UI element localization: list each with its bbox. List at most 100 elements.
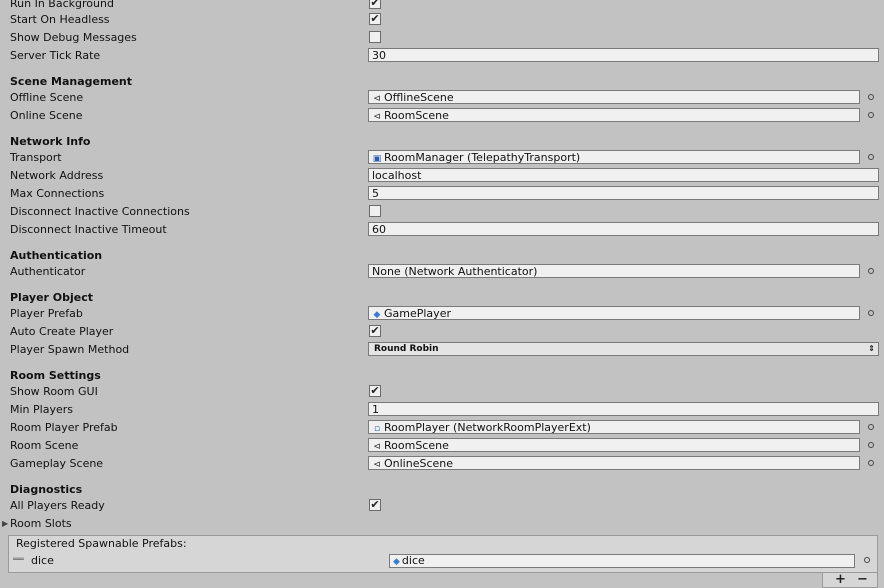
player-prefab-label: Player Prefab [10,307,83,320]
disconnect-inactive-checkbox[interactable] [369,205,381,217]
room-slots-label: Room Slots [10,517,72,530]
offline-scene-picker-icon[interactable] [868,94,874,100]
start-on-headless-label: Start On Headless [10,13,110,26]
online-scene-value: RoomScene [384,109,449,122]
show-debug-messages-label: Show Debug Messages [10,31,137,44]
remove-item-button[interactable]: − [857,573,868,586]
room-player-prefab-label: Room Player Prefab [10,421,118,434]
list-item-value: dice [401,554,425,567]
server-tick-rate-input[interactable]: 30 [368,48,879,62]
row-room-slots[interactable]: ▶ Room Slots [0,515,884,533]
row-show-debug-messages: Show Debug Messages [0,29,884,47]
scene-icon: ⊲ [373,460,381,470]
transport-field[interactable]: ▣ RoomManager (TelepathyTransport) [368,150,860,164]
offline-scene-field[interactable]: ⊲ OfflineScene [368,90,860,104]
player-spawn-method-label: Player Spawn Method [10,343,130,356]
scene-icon: ⊲ [373,112,381,122]
room-player-prefab-field[interactable]: ▫ RoomPlayer (NetworkRoomPlayerExt) [368,420,860,434]
row-disconnect-timeout: Disconnect Inactive Timeout 60 [0,221,884,239]
room-player-prefab-picker-icon[interactable] [868,424,874,430]
row-show-room-gui: Show Room GUI ✔ [0,383,884,401]
row-player-spawn-method: Player Spawn Method Round Robin ⇕ [0,341,884,359]
add-item-button[interactable]: + [835,573,846,586]
room-scene-label: Room Scene [10,439,79,452]
row-all-players-ready: All Players Ready ✔ [0,497,884,515]
row-offline-scene: Offline Scene ⊲ OfflineScene [0,89,884,107]
offline-scene-label: Offline Scene [10,91,84,104]
max-connections-label: Max Connections [10,187,105,200]
authenticator-field[interactable]: None (Network Authenticator) [368,264,860,278]
player-prefab-picker-icon[interactable] [868,310,874,316]
player-spawn-method-dropdown[interactable]: Round Robin ⇕ [368,342,879,356]
row-max-connections: Max Connections 5 [0,185,884,203]
list-item-picker-icon[interactable] [864,557,870,563]
list-item-field[interactable]: ◆ dice [389,554,855,568]
online-scene-label: Online Scene [10,109,83,122]
prefab-icon: ◆ [393,557,400,567]
row-room-scene: Room Scene ⊲ RoomScene [0,437,884,455]
list-footer: + − [822,573,878,588]
show-room-gui-label: Show Room GUI [10,385,98,398]
transport-picker-icon[interactable] [868,154,874,160]
row-disconnect-inactive: Disconnect Inactive Connections [0,203,884,221]
min-players-label: Min Players [10,403,73,416]
disconnect-timeout-input[interactable]: 60 [368,222,879,236]
gameplay-scene-label: Gameplay Scene [10,457,104,470]
row-network-address: Network Address localhost [0,167,884,185]
network-address-label: Network Address [10,169,104,182]
row-server-tick-rate: Server Tick Rate 30 [0,47,884,65]
network-address-input[interactable]: localhost [368,168,879,182]
list-item-name: dice [31,554,54,567]
row-min-players: Min Players 1 [0,401,884,419]
min-players-input[interactable]: 1 [368,402,879,416]
row-online-scene: Online Scene ⊲ RoomScene [0,107,884,125]
gameplay-scene-field[interactable]: ⊲ OnlineScene [368,456,860,470]
script-icon: ▫ [373,424,381,434]
room-scene-value: RoomScene [384,439,449,452]
gameplay-scene-picker-icon[interactable] [868,460,874,466]
all-players-ready-label: All Players Ready [10,499,105,512]
show-debug-messages-checkbox[interactable] [369,31,381,43]
authenticator-picker-icon[interactable] [868,268,874,274]
transport-label: Transport [10,151,62,164]
server-tick-rate-label: Server Tick Rate [10,49,101,62]
spawnable-prefabs-header: Registered Spawnable Prefabs: [8,535,878,553]
player-spawn-method-value: Round Robin [374,344,439,354]
drag-handle-icon[interactable]: ══ [13,555,24,565]
foldout-arrow-icon[interactable]: ▶ [2,515,8,533]
prefab-icon: ◆ [373,310,381,320]
row-start-on-headless: Start On Headless ✔ [0,11,884,29]
player-prefab-value: GamePlayer [384,307,451,320]
component-icon: ▣ [372,154,382,164]
all-players-ready-checkbox[interactable]: ✔ [369,499,381,511]
scene-icon: ⊲ [373,442,381,452]
offline-scene-value: OfflineScene [384,91,454,104]
max-connections-input[interactable]: 5 [368,186,879,200]
room-scene-picker-icon[interactable] [868,442,874,448]
show-room-gui-checkbox[interactable]: ✔ [369,385,381,397]
online-scene-field[interactable]: ⊲ RoomScene [368,108,860,122]
disconnect-timeout-label: Disconnect Inactive Timeout [10,223,167,236]
online-scene-picker-icon[interactable] [868,112,874,118]
authenticator-value: None (Network Authenticator) [372,265,538,278]
row-transport: Transport ▣ RoomManager (TelepathyTranspo… [0,149,884,167]
gameplay-scene-value: OnlineScene [384,457,454,470]
disconnect-inactive-label: Disconnect Inactive Connections [10,205,190,218]
spawnable-prefabs-list: ══ dice ◆ dice [8,552,878,573]
room-scene-field[interactable]: ⊲ RoomScene [368,438,860,452]
row-gameplay-scene: Gameplay Scene ⊲ OnlineScene [0,455,884,473]
row-room-player-prefab: Room Player Prefab ▫ RoomPlayer (NetworkR… [0,419,884,437]
transport-value: RoomManager (TelepathyTransport) [384,151,581,164]
row-player-prefab: Player Prefab ◆ GamePlayer [0,305,884,323]
room-player-prefab-value: RoomPlayer (NetworkRoomPlayerExt) [384,421,591,434]
run-in-background-checkbox[interactable]: ✔ [369,0,381,9]
start-on-headless-checkbox[interactable]: ✔ [369,13,381,25]
player-prefab-field[interactable]: ◆ GamePlayer [368,306,860,320]
auto-create-player-label: Auto Create Player [10,325,114,338]
row-auto-create-player: Auto Create Player ✔ [0,323,884,341]
dropdown-arrow-icon: ⇕ [868,344,875,353]
authenticator-label: Authenticator [10,265,86,278]
row-authenticator: Authenticator None (Network Authenticato… [0,263,884,281]
auto-create-player-checkbox[interactable]: ✔ [369,325,381,337]
scene-icon: ⊲ [373,94,381,104]
